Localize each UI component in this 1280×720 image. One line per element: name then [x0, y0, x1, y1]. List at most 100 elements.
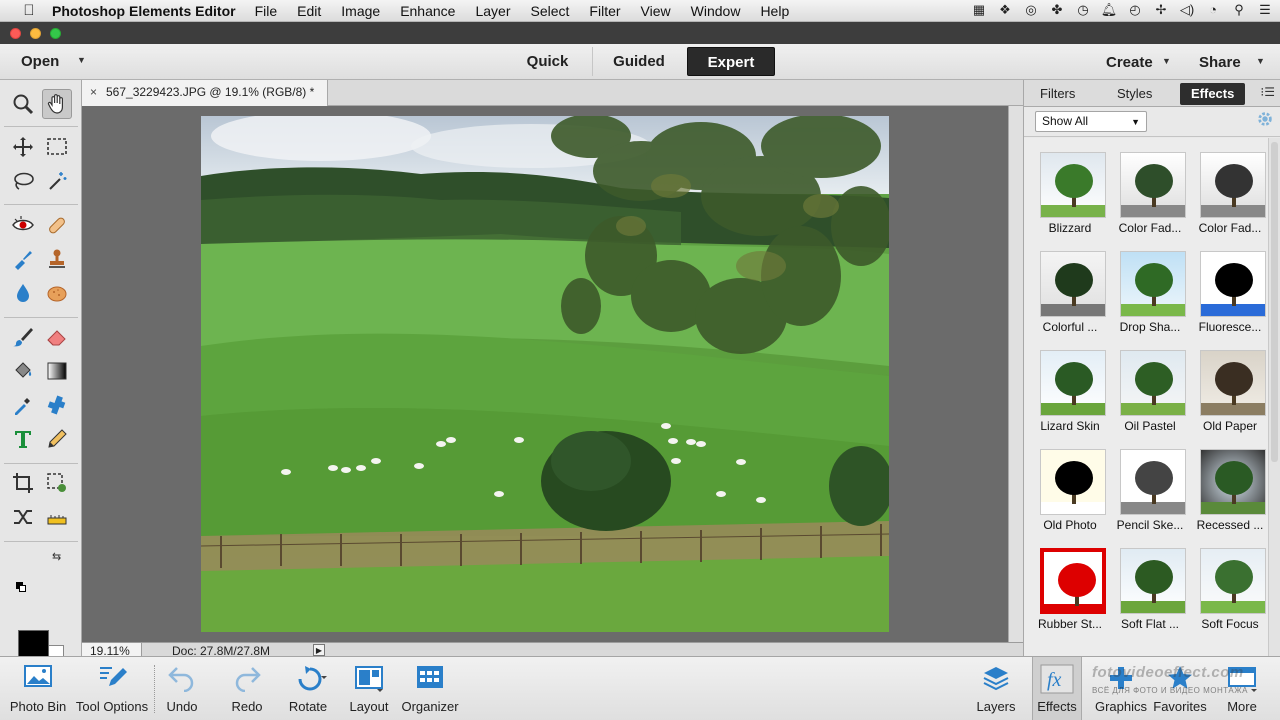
- zoom-tool-icon[interactable]: [8, 89, 38, 119]
- sponge-tool-icon[interactable]: [42, 278, 72, 308]
- lasso-tool-icon[interactable]: [8, 166, 38, 196]
- close-window-button[interactable]: [10, 28, 21, 39]
- create-dropdown-icon[interactable]: ▼: [1162, 56, 1171, 66]
- swap-colors-icon[interactable]: ⇆: [52, 550, 61, 563]
- effect-thumbnail[interactable]: Lizard Skin: [1030, 340, 1110, 439]
- magic-wand-icon[interactable]: [42, 166, 72, 196]
- menu-enhance[interactable]: Enhance: [400, 3, 455, 19]
- tool-options-button[interactable]: Tool Options: [72, 657, 152, 720]
- straighten-tool-icon[interactable]: [42, 502, 72, 532]
- rotate-button[interactable]: Rotate: [280, 657, 336, 720]
- menu-file[interactable]: File: [255, 3, 278, 19]
- pencil-tool-icon[interactable]: [42, 424, 72, 454]
- menu-view[interactable]: View: [641, 3, 671, 19]
- menu-layer[interactable]: Layer: [475, 3, 510, 19]
- open-button[interactable]: Open: [21, 53, 59, 70]
- eraser-tool-icon[interactable]: [42, 322, 72, 352]
- status-menu-arrow-icon[interactable]: ▶: [313, 644, 325, 656]
- menu-image[interactable]: Image: [341, 3, 380, 19]
- minimize-window-button[interactable]: [30, 28, 41, 39]
- crop-tool-icon[interactable]: [8, 468, 38, 498]
- volume-icon[interactable]: ◁): [1178, 2, 1196, 18]
- effect-thumbnail[interactable]: Fluoresce...: [1190, 241, 1269, 340]
- effect-thumbnail[interactable]: Color Fad...: [1110, 142, 1190, 241]
- panel-menu-icon[interactable]: ⁝☰: [1260, 85, 1275, 99]
- timer-icon[interactable]: ◷: [1074, 2, 1092, 18]
- create-button[interactable]: Create: [1106, 54, 1153, 71]
- effect-thumbnail[interactable]: Old Photo: [1030, 439, 1110, 538]
- panel-scrollbar[interactable]: [1268, 138, 1280, 656]
- tab-effects[interactable]: Effects: [1180, 83, 1246, 105]
- redo-button[interactable]: Redo: [222, 657, 272, 720]
- content-aware-move-icon[interactable]: [8, 502, 38, 532]
- custom-shape-icon[interactable]: [42, 390, 72, 420]
- menu-filter[interactable]: Filter: [589, 3, 620, 19]
- recompose-tool-icon[interactable]: [42, 468, 72, 498]
- share-dropdown-icon[interactable]: ▼: [1256, 56, 1265, 66]
- app-menu[interactable]: Photoshop Elements Editor: [52, 3, 236, 19]
- rectangular-marquee-icon[interactable]: [42, 132, 72, 162]
- effect-thumbnail[interactable]: Pencil Ske...: [1110, 439, 1190, 538]
- mode-guided[interactable]: Guided: [594, 47, 684, 76]
- default-colors-icon[interactable]: [16, 582, 26, 592]
- photo-bin-button[interactable]: Photo Bin: [6, 657, 70, 720]
- bluetooth-icon[interactable]: ✢: [1152, 2, 1170, 18]
- eyedropper-icon[interactable]: [8, 390, 38, 420]
- brush-tool-icon[interactable]: [8, 322, 38, 352]
- clock-icon[interactable]: ◔: [1204, 2, 1222, 18]
- hand-tool-icon[interactable]: [42, 89, 72, 119]
- notification-bell-icon[interactable]: 🔔︎: [1100, 2, 1118, 18]
- panel-scrollbar-thumb[interactable]: [1271, 142, 1278, 462]
- move-tool-icon[interactable]: [8, 132, 38, 162]
- undo-button[interactable]: Undo: [157, 657, 207, 720]
- effect-thumbnail[interactable]: Soft Flat ...: [1110, 538, 1190, 637]
- type-tool-icon[interactable]: [8, 424, 38, 454]
- effect-thumbnail[interactable]: Drop Sha...: [1110, 241, 1190, 340]
- effect-thumbnail[interactable]: Rubber St...: [1030, 538, 1110, 637]
- show-all-dropdown[interactable]: Show All ▼: [1035, 111, 1147, 132]
- calendar-icon[interactable]: ▦: [970, 2, 988, 18]
- effect-thumbnail[interactable]: Color Fad...: [1190, 142, 1269, 241]
- effect-thumbnail[interactable]: Colorful ...: [1030, 241, 1110, 340]
- effect-thumbnail[interactable]: Old Paper: [1190, 340, 1269, 439]
- mode-expert[interactable]: Expert: [687, 47, 775, 76]
- menu-select[interactable]: Select: [531, 3, 570, 19]
- spotlight-search-icon[interactable]: ⚲: [1230, 2, 1248, 18]
- clone-stamp-icon[interactable]: [42, 244, 72, 274]
- gradient-tool-icon[interactable]: [42, 356, 72, 386]
- red-eye-tool-icon[interactable]: [8, 210, 38, 240]
- canvas-vertical-scrollbar[interactable]: [1008, 106, 1023, 642]
- layout-button[interactable]: Layout: [343, 657, 395, 720]
- time-machine-icon[interactable]: ◴: [1126, 2, 1144, 18]
- effect-thumbnail[interactable]: Soft Focus: [1190, 538, 1269, 637]
- mode-quick[interactable]: Quick: [503, 47, 593, 76]
- open-dropdown-icon[interactable]: ▼: [77, 55, 86, 65]
- zoom-window-button[interactable]: [50, 28, 61, 39]
- tab-styles[interactable]: Styles: [1117, 86, 1152, 101]
- menu-window[interactable]: Window: [691, 3, 741, 19]
- document-tab[interactable]: × 567_3229423.JPG @ 19.1% (RGB/8) *: [82, 80, 328, 106]
- menu-help[interactable]: Help: [760, 3, 789, 19]
- effect-thumbnail[interactable]: Blizzard: [1030, 142, 1110, 241]
- effect-thumbnail[interactable]: Recessed ...: [1190, 439, 1269, 538]
- smart-brush-icon[interactable]: [8, 244, 38, 274]
- healing-brush-icon[interactable]: [42, 210, 72, 240]
- paint-bucket-icon[interactable]: [8, 356, 38, 386]
- share-button[interactable]: Share: [1199, 54, 1241, 71]
- document-photo[interactable]: [201, 116, 889, 632]
- menu-edit[interactable]: Edit: [297, 3, 321, 19]
- close-tab-icon[interactable]: ×: [90, 80, 97, 105]
- layers-button[interactable]: Layers: [968, 657, 1024, 720]
- effect-thumbnail[interactable]: Oil Pastel: [1110, 340, 1190, 439]
- effects-button[interactable]: fx Effects: [1032, 657, 1082, 720]
- gear-icon[interactable]: [1256, 110, 1274, 133]
- tab-filters[interactable]: Filters: [1040, 86, 1075, 101]
- dropbox-icon[interactable]: ❖: [996, 2, 1014, 18]
- blur-tool-icon[interactable]: [8, 278, 38, 308]
- creative-cloud-icon[interactable]: ◎: [1022, 2, 1040, 18]
- zoom-level[interactable]: 19.11%: [82, 643, 142, 658]
- organizer-button[interactable]: Organizer: [398, 657, 462, 720]
- apple-menu-icon[interactable]: : [18, 2, 40, 19]
- notification-center-icon[interactable]: ☰: [1256, 2, 1274, 18]
- paw-icon[interactable]: ✤: [1048, 2, 1066, 18]
